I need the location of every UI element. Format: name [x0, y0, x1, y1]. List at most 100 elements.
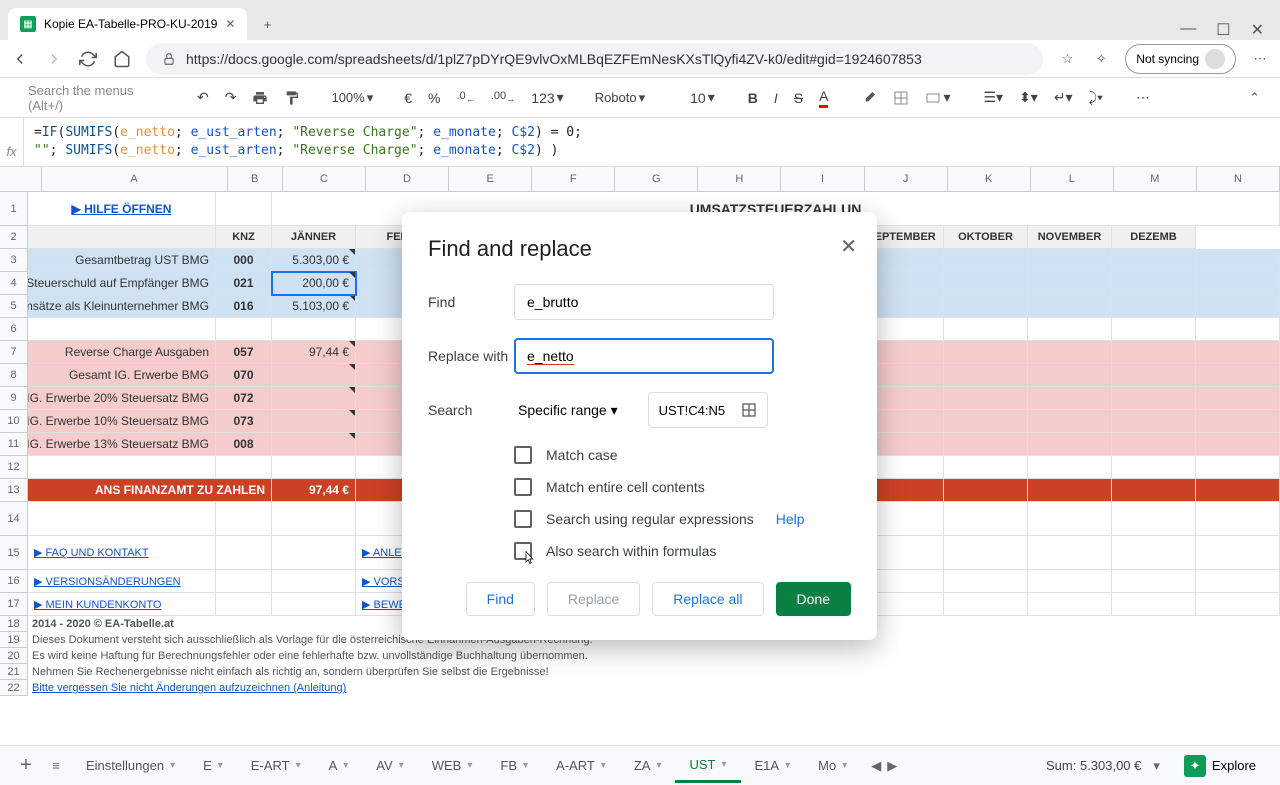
- cell[interactable]: [272, 593, 356, 616]
- cell[interactable]: [1112, 341, 1196, 364]
- sheet-tab[interactable]: AV ▾: [362, 749, 417, 783]
- cell[interactable]: [1112, 364, 1196, 387]
- cell[interactable]: [944, 536, 1028, 570]
- cell[interactable]: [272, 570, 356, 593]
- cell[interactable]: ▶ VERSIONSÄNDERUNGEN: [28, 570, 216, 593]
- col-header-D[interactable]: D: [366, 167, 449, 191]
- replace-all-button[interactable]: Replace all: [652, 582, 763, 616]
- cell[interactable]: [1028, 387, 1112, 410]
- cell[interactable]: JÄNNER: [272, 226, 356, 249]
- row-header[interactable]: 6: [0, 318, 28, 341]
- cell[interactable]: 000: [216, 249, 272, 272]
- scroll-left-icon[interactable]: ◀: [871, 758, 881, 774]
- match-case-option[interactable]: Match case: [514, 446, 851, 464]
- italic-button[interactable]: I: [768, 86, 784, 110]
- cell[interactable]: Reverse Charge Ausgaben: [28, 341, 216, 364]
- help-link[interactable]: Help: [776, 511, 805, 527]
- row-header[interactable]: 19: [0, 632, 28, 648]
- cell[interactable]: [216, 593, 272, 616]
- sheet-tab[interactable]: UST ▾: [675, 749, 740, 783]
- cell[interactable]: [944, 295, 1028, 318]
- cell[interactable]: [1112, 479, 1196, 502]
- cell[interactable]: [1028, 593, 1112, 616]
- checkbox-icon[interactable]: [514, 542, 532, 560]
- cell[interactable]: 073: [216, 410, 272, 433]
- row-header[interactable]: 12: [0, 456, 28, 479]
- scroll-right-icon[interactable]: ▶: [887, 758, 897, 774]
- cell[interactable]: 200,00 €: [272, 272, 356, 295]
- decrease-decimal-button[interactable]: .0←: [451, 86, 481, 108]
- cell[interactable]: [1196, 536, 1280, 570]
- cell[interactable]: [944, 318, 1028, 341]
- collections-icon[interactable]: ✧: [1091, 49, 1111, 69]
- cell[interactable]: [1196, 593, 1280, 616]
- checkbox-icon[interactable]: [514, 478, 532, 496]
- cell[interactable]: [1112, 593, 1196, 616]
- row-header[interactable]: 10: [0, 410, 28, 433]
- more-tools-button[interactable]: ⋯: [1130, 85, 1156, 110]
- currency-format-button[interactable]: €: [398, 86, 418, 110]
- sync-button[interactable]: Not syncing: [1125, 44, 1236, 74]
- find-button[interactable]: Find: [466, 582, 535, 616]
- cell[interactable]: [216, 570, 272, 593]
- range-input[interactable]: UST!C4:N5: [648, 392, 768, 428]
- row-header[interactable]: 13: [0, 479, 28, 502]
- row-header[interactable]: 18: [0, 616, 28, 632]
- cell[interactable]: [1028, 433, 1112, 456]
- menu-icon[interactable]: ⋯: [1250, 49, 1270, 69]
- search-scope-select[interactable]: Specific range ▾: [514, 398, 638, 423]
- row-header[interactable]: 2: [0, 226, 28, 249]
- cell[interactable]: [944, 364, 1028, 387]
- cell[interactable]: [216, 318, 272, 341]
- cell[interactable]: [272, 456, 356, 479]
- text-color-button[interactable]: A: [813, 84, 834, 112]
- match-cell-option[interactable]: Match entire cell contents: [514, 478, 851, 496]
- close-window-icon[interactable]: ✕: [1251, 20, 1264, 40]
- cell[interactable]: [944, 341, 1028, 364]
- cell[interactable]: 97,44 €: [272, 479, 356, 502]
- cell[interactable]: [1196, 387, 1280, 410]
- vertical-align-button[interactable]: ⬍▾: [1013, 85, 1044, 110]
- replace-button[interactable]: Replace: [547, 582, 640, 616]
- cell[interactable]: [1112, 318, 1196, 341]
- col-header-L[interactable]: L: [1031, 167, 1114, 191]
- cell[interactable]: [1028, 341, 1112, 364]
- cell[interactable]: [1028, 318, 1112, 341]
- sheet-tab[interactable]: WEB ▾: [418, 749, 487, 783]
- menu-search[interactable]: Search the menus (Alt+/): [20, 84, 170, 112]
- row-header[interactable]: 16: [0, 570, 28, 593]
- row-header[interactable]: 21: [0, 664, 28, 680]
- close-tab-icon[interactable]: ✕: [225, 17, 235, 31]
- cell[interactable]: [1112, 456, 1196, 479]
- cell[interactable]: [1028, 364, 1112, 387]
- col-header-I[interactable]: I: [781, 167, 864, 191]
- cell[interactable]: [1028, 456, 1112, 479]
- url-field[interactable]: https://docs.google.com/spreadsheets/d/1…: [146, 43, 1043, 75]
- font-size-select[interactable]: 10 ▾: [684, 85, 721, 110]
- paint-format-button[interactable]: [278, 86, 306, 110]
- cell[interactable]: [272, 502, 356, 536]
- favorite-icon[interactable]: ☆: [1057, 49, 1077, 69]
- borders-button[interactable]: [887, 86, 915, 110]
- collapse-toolbar-icon[interactable]: ⌃: [1249, 90, 1260, 106]
- cell[interactable]: Nehmen Sie Rechenergebnisse nicht einfac…: [28, 664, 1228, 680]
- sheet-tab[interactable]: ZA ▾: [620, 749, 676, 783]
- strikethrough-button[interactable]: S: [788, 86, 809, 110]
- cell[interactable]: [1112, 570, 1196, 593]
- col-header-K[interactable]: K: [948, 167, 1031, 191]
- cell[interactable]: IG. Erwerbe 10% Steuersatz BMG: [28, 410, 216, 433]
- cell[interactable]: [1112, 433, 1196, 456]
- cell[interactable]: [944, 570, 1028, 593]
- fill-color-button[interactable]: [855, 86, 883, 110]
- add-sheet-button[interactable]: +: [12, 754, 40, 777]
- sheet-tab[interactable]: E-ART ▾: [237, 749, 315, 783]
- cell[interactable]: [944, 593, 1028, 616]
- cell[interactable]: ▶ MEIN KUNDENKONTO: [28, 593, 216, 616]
- cell[interactable]: 021: [216, 272, 272, 295]
- select-all-corner[interactable]: [0, 167, 42, 191]
- row-header[interactable]: 4: [0, 272, 28, 295]
- cell[interactable]: IG. Erwerbe 13% Steuersatz BMG: [28, 433, 216, 456]
- cell[interactable]: [28, 502, 216, 536]
- col-header-B[interactable]: B: [228, 167, 283, 191]
- cell[interactable]: [1196, 318, 1280, 341]
